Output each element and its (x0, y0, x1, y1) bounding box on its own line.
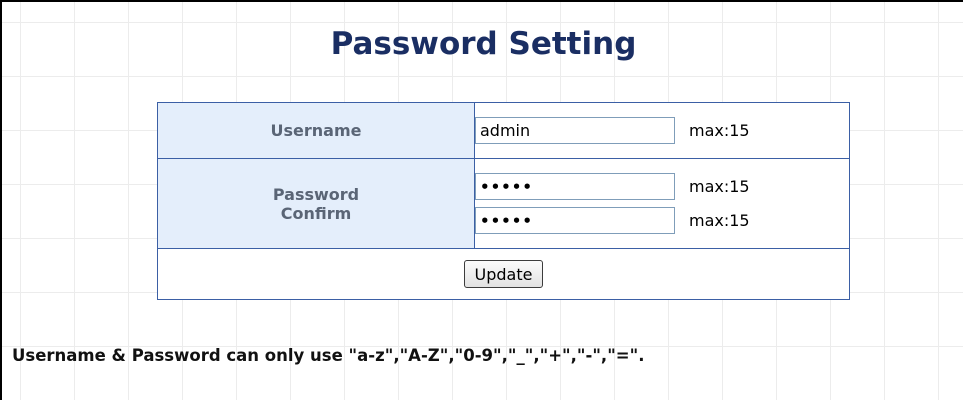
password-confirm-label-cell: Password Confirm (157, 158, 475, 249)
username-max-hint: max:15 (689, 121, 750, 140)
page-title: Password Setting (330, 26, 637, 62)
username-label: Username (157, 102, 475, 159)
password-cell: max:15 max:15 (474, 158, 850, 249)
username-row: Username max:15 (157, 102, 850, 159)
password-row: Password Confirm max:15 max:15 (157, 158, 850, 249)
username-field-line: max:15 (475, 117, 849, 145)
confirm-password-input[interactable] (475, 207, 675, 234)
password-field-line: max:15 (475, 173, 849, 201)
confirm-max-hint: max:15 (689, 211, 750, 230)
button-cell: Update (157, 248, 850, 300)
button-row: Update (157, 248, 850, 300)
password-setting-table: Username max:15 Password Confirm max:15 (157, 102, 850, 300)
password-max-hint: max:15 (689, 177, 750, 196)
username-input[interactable] (475, 117, 675, 144)
password-input[interactable] (475, 173, 675, 200)
update-button[interactable]: Update (463, 260, 544, 288)
page-frame: Password Setting Username max:15 Passwor… (0, 0, 963, 400)
username-cell: max:15 (474, 102, 850, 159)
password-label: Password (272, 184, 360, 204)
allowed-characters-note: Username & Password can only use "a-z","… (12, 346, 645, 365)
confirm-label: Confirm (280, 203, 352, 223)
confirm-field-line: max:15 (475, 207, 849, 235)
